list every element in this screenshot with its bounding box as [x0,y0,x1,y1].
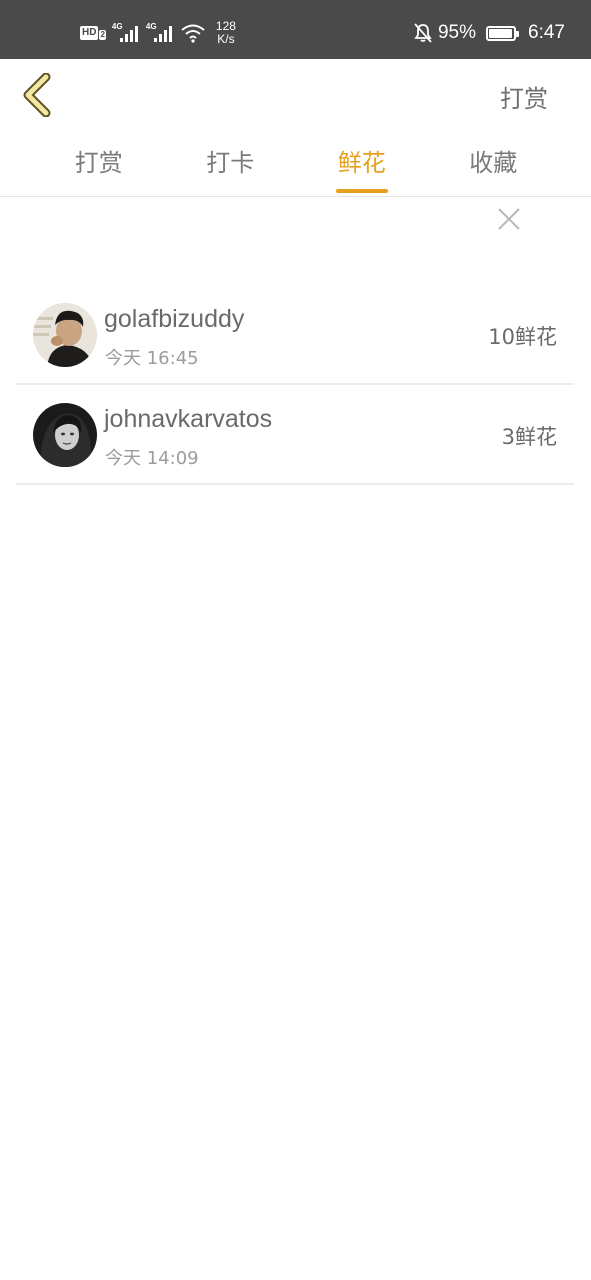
timestamp: 今天 16:45 [105,348,199,369]
tab-favorites[interactable]: 收藏 [428,133,560,197]
status-left: HD 2 4G 4G 128 K/s [80,18,236,48]
bell-muted-icon [414,23,432,43]
app-header: 打赏 [0,59,591,133]
hd-icon: HD 2 [80,26,106,40]
back-button[interactable] [22,72,56,118]
battery-fill [489,28,512,38]
flower-list: golafbizuddy 今天 16:45 10鲜花 johnavkarvato… [16,285,574,485]
flower-count: 3鲜花 [501,425,557,449]
tab-flowers[interactable]: 鲜花 [296,133,428,197]
network-speed-unit: K/s [217,32,235,46]
hd-label: HD [80,26,99,40]
chevron-left-icon [23,72,51,118]
battery-percent: 95% [437,22,477,43]
close-icon [498,208,520,230]
screen: HD 2 4G 4G 128 K/s 95% 6:47 打赏 打赏 打卡 鲜花 … [0,0,591,1280]
status-right: 95% 6:47 [414,22,565,44]
username[interactable]: johnavkarvatos [104,405,272,434]
avatar[interactable] [33,403,97,467]
signal-icon: 4G [146,22,174,44]
hd-sub-label: 2 [99,30,106,40]
tab-bar: 打赏 打卡 鲜花 收藏 [33,133,559,197]
list-item[interactable]: golafbizuddy 今天 16:45 10鲜花 [16,285,574,385]
tab-checkin[interactable]: 打卡 [165,133,297,197]
battery-icon [486,25,520,41]
flower-count: 10鲜花 [488,325,557,349]
network-speed: 128 K/s [216,20,236,46]
avatar[interactable] [33,303,97,367]
signal-icon: 4G [112,22,140,44]
clock: 6:47 [528,22,565,43]
username[interactable]: golafbizuddy [104,305,244,334]
tip-button[interactable]: 打赏 [500,79,548,114]
wifi-icon [181,24,205,43]
close-button[interactable] [496,206,522,232]
status-bar: HD 2 4G 4G 128 K/s 95% 6:47 [0,0,591,59]
tab-tip[interactable]: 打赏 [33,133,165,197]
divider [0,196,591,197]
list-item[interactable]: johnavkarvatos 今天 14:09 3鲜花 [16,385,574,485]
timestamp: 今天 14:09 [105,448,199,469]
